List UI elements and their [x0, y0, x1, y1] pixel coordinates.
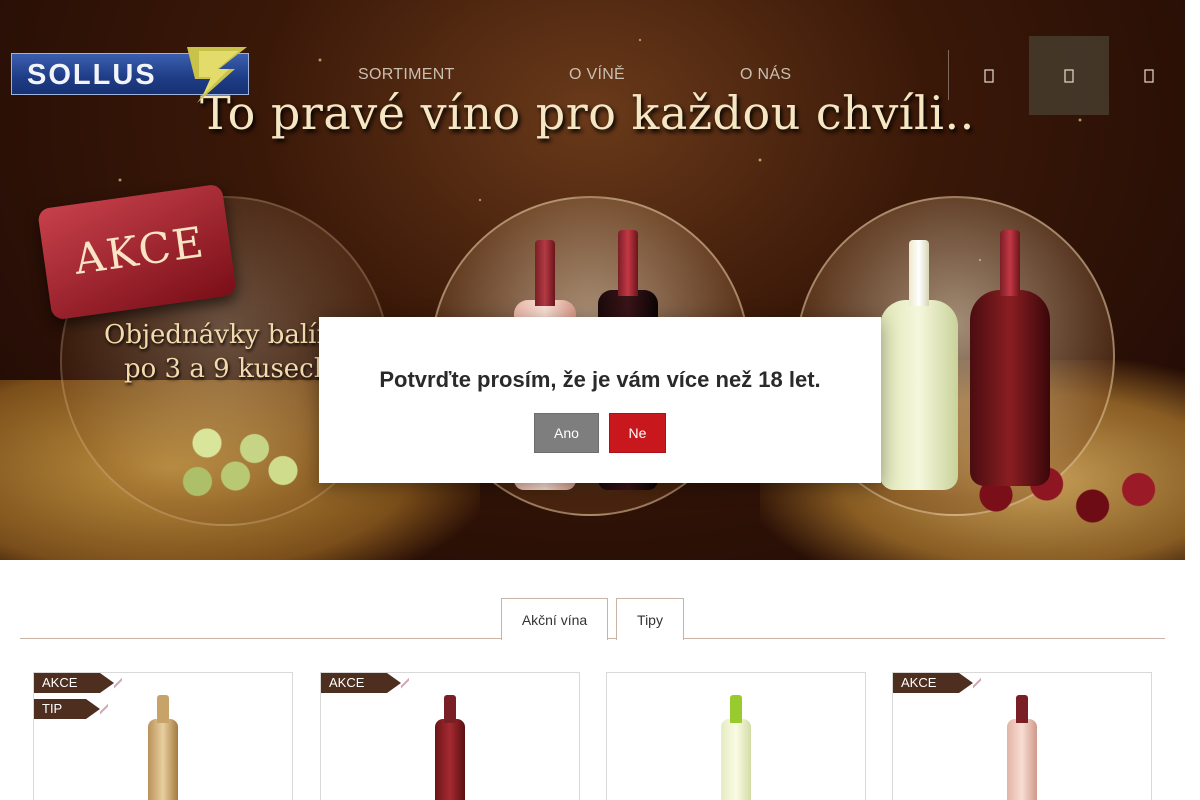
tab-akcni-vina[interactable]: Akční vína [501, 598, 608, 640]
sollus-logo[interactable]: SOLLUS [11, 45, 249, 105]
product-bottle-image [435, 695, 465, 800]
logo-mark-icon [187, 47, 247, 103]
product-card[interactable] [606, 672, 866, 800]
product-card[interactable]: AKCE [892, 672, 1152, 800]
nav-o-vine[interactable]: O VÍNĚ [569, 66, 625, 84]
product-bottle-image [721, 695, 751, 800]
no-button[interactable]: Ne [609, 413, 666, 453]
nav-o-nas[interactable]: O NÁS [740, 66, 791, 84]
product-bottle-image [1007, 695, 1037, 800]
yes-button[interactable]: Ano [534, 413, 599, 453]
akce-badge: AKCE [34, 673, 122, 693]
logo-text: SOLLUS [27, 59, 157, 91]
product-card[interactable]: AKCE TIP [33, 672, 293, 800]
product-bottle-image [148, 695, 178, 800]
akce-badge: AKCE [321, 673, 409, 693]
hero-slogan: To pravé víno pro každou chvíli.. [200, 86, 975, 140]
pastoral-bottle [970, 230, 1050, 486]
tab-tipy[interactable]: Tipy [616, 598, 684, 640]
hero-promo-text: Objednávky balín po 3 a 9 kusech [104, 318, 333, 386]
akce-badge: AKCE [893, 673, 981, 693]
product-card[interactable]: AKCE [320, 672, 580, 800]
green-grapes-image [150, 410, 340, 520]
chardonnay-bottle [880, 240, 958, 490]
cart-icon[interactable] [1029, 36, 1109, 115]
search-icon[interactable] [949, 36, 1029, 115]
tip-badge: TIP [34, 699, 108, 719]
menu-icon[interactable] [1109, 36, 1189, 115]
nav-sortiment[interactable]: SORTIMENT [358, 66, 455, 84]
age-verification-modal: Potvrďte prosím, že je vám více než 18 l… [319, 317, 881, 483]
age-question: Potvrďte prosím, že je vám více než 18 l… [379, 367, 821, 392]
hero-promo-line1: Objednávky balín [104, 320, 334, 350]
hero-promo-line2: po 3 a 9 kusech [124, 354, 331, 384]
